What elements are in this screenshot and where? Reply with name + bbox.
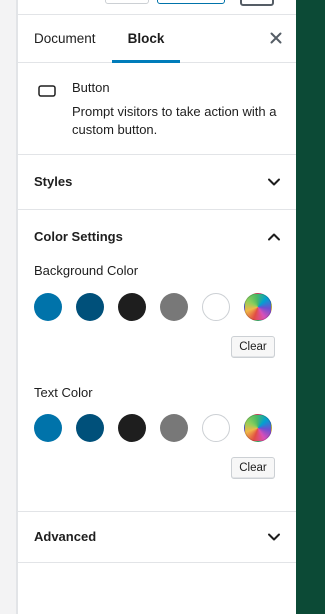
block-description: Prompt visitors to take action with a cu… xyxy=(72,104,277,137)
text-swatch-blue[interactable] xyxy=(34,414,62,442)
background-clear-button[interactable]: Clear xyxy=(231,336,275,358)
close-sidebar-button[interactable] xyxy=(265,27,287,49)
tab-document[interactable]: Document xyxy=(34,15,100,62)
panel-color-settings-toggle[interactable]: Color Settings xyxy=(18,210,297,264)
panel-styles-toggle[interactable]: Styles xyxy=(18,155,297,209)
panel-color-settings: Color Settings Background Color Clear Te… xyxy=(18,210,297,512)
panel-advanced-toggle[interactable]: Advanced xyxy=(18,512,297,562)
text-color-label: Text Color xyxy=(34,385,93,400)
close-icon xyxy=(270,32,282,44)
text-swatch-gray[interactable] xyxy=(160,414,188,442)
text-swatch-black[interactable] xyxy=(118,414,146,442)
panel-styles-title: Styles xyxy=(34,174,73,189)
text-color-palette xyxy=(34,414,276,442)
block-settings-sidebar: Document Block Button Prompt visitors to… xyxy=(17,0,314,614)
sidebar-tabs: Document Block xyxy=(18,14,297,63)
editor-canvas-edge xyxy=(0,0,17,614)
background-custom-color-swatch[interactable] xyxy=(244,293,272,321)
text-swatch-dark-blue[interactable] xyxy=(76,414,104,442)
background-swatch-black[interactable] xyxy=(118,293,146,321)
block-card: Button Prompt visitors to take action wi… xyxy=(18,63,297,155)
background-swatch-blue[interactable] xyxy=(34,293,62,321)
chevron-up-icon xyxy=(268,233,280,241)
block-title: Button xyxy=(72,80,110,95)
text-clear-button[interactable]: Clear xyxy=(231,457,275,479)
text-swatch-white[interactable] xyxy=(202,414,230,442)
toolbar-button[interactable] xyxy=(105,0,149,4)
panel-styles: Styles xyxy=(18,155,297,210)
panel-advanced-title: Advanced xyxy=(34,529,97,544)
panel-color-settings-title: Color Settings xyxy=(34,229,123,244)
panel-advanced: Advanced xyxy=(18,512,297,563)
toolbar-primary-button[interactable] xyxy=(157,0,225,4)
top-toolbar-remnant xyxy=(18,0,314,10)
toolbar-settings-button[interactable] xyxy=(240,0,274,6)
chevron-down-icon xyxy=(268,533,280,541)
text-custom-color-swatch[interactable] xyxy=(244,414,272,442)
background-swatch-dark-blue[interactable] xyxy=(76,293,104,321)
background-swatch-gray[interactable] xyxy=(160,293,188,321)
background-color-label: Background Color xyxy=(34,263,139,278)
button-block-icon xyxy=(38,85,56,97)
chevron-down-icon xyxy=(268,178,280,186)
background-color-palette xyxy=(34,293,276,321)
tab-block[interactable]: Block xyxy=(112,15,180,63)
right-edge-background xyxy=(296,0,325,614)
background-swatch-white[interactable] xyxy=(202,293,230,321)
